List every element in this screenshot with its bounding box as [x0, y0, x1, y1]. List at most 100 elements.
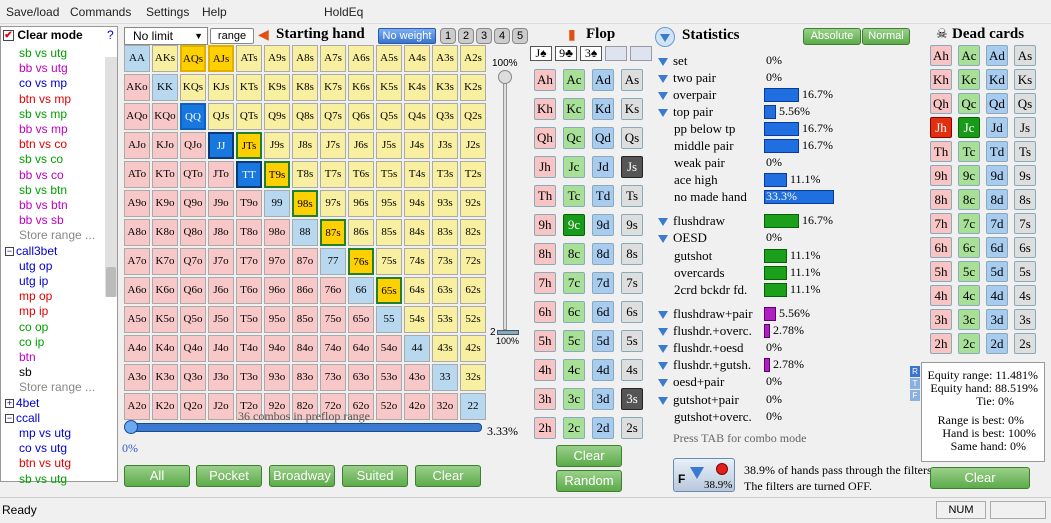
- flop-card-Ah[interactable]: Ah: [534, 69, 556, 91]
- hand-cell-K8s[interactable]: K8s: [292, 74, 318, 101]
- hand-cell-73s[interactable]: 73s: [432, 248, 458, 275]
- hand-cell-42o[interactable]: 42o: [404, 393, 430, 420]
- hand-cell-52s[interactable]: 52s: [460, 306, 486, 333]
- hand-cell-Q5s[interactable]: Q5s: [376, 103, 402, 130]
- hand-cell-72s[interactable]: 72s: [460, 248, 486, 275]
- hand-cell-AKs[interactable]: AKs: [152, 45, 178, 72]
- flop-random-button[interactable]: Random: [556, 470, 622, 492]
- hand-cell-A6s[interactable]: A6s: [348, 45, 374, 72]
- stat-row[interactable]: overpair: [658, 86, 716, 103]
- hand-cell-77[interactable]: 77: [320, 248, 346, 275]
- suited-button[interactable]: Suited: [342, 465, 408, 487]
- hand-cell-T7s[interactable]: T7s: [320, 161, 346, 188]
- hand-cell-QTo[interactable]: QTo: [180, 161, 206, 188]
- flop-card-2d[interactable]: 2d: [592, 417, 614, 439]
- collapse-icon[interactable]: −: [5, 246, 14, 256]
- dead-card-8c[interactable]: 8c: [958, 189, 980, 210]
- hand-cell-K4o[interactable]: K4o: [152, 335, 178, 362]
- filter-icon[interactable]: [658, 92, 668, 101]
- hand-cell-K6o[interactable]: K6o: [152, 277, 178, 304]
- flop-card-Qs[interactable]: Qs: [621, 127, 643, 149]
- filter-icon[interactable]: [658, 345, 668, 354]
- hand-cell-A4s[interactable]: A4s: [404, 45, 430, 72]
- menu-help[interactable]: Help: [202, 5, 227, 19]
- hand-cell-44[interactable]: 44: [404, 335, 430, 362]
- hand-cell-54o[interactable]: 54o: [376, 335, 402, 362]
- flop-card-6c[interactable]: 6c: [563, 301, 585, 323]
- hand-cell-93o[interactable]: 93o: [264, 364, 290, 391]
- hand-cell-A2o[interactable]: A2o: [124, 393, 150, 420]
- hand-cell-43o[interactable]: 43o: [404, 364, 430, 391]
- hand-cell-98s[interactable]: 98s: [292, 190, 318, 217]
- hand-cell-74s[interactable]: 74s: [404, 248, 430, 275]
- hand-cell-J2o[interactable]: J2o: [208, 393, 234, 420]
- stat-row[interactable]: set: [658, 52, 687, 69]
- dead-card-Ac[interactable]: Ac: [958, 45, 980, 66]
- hand-cell-99[interactable]: 99: [264, 190, 290, 217]
- hand-cell-A5s[interactable]: A5s: [376, 45, 402, 72]
- dead-cards-clear-button[interactable]: Clear: [930, 467, 1030, 489]
- dead-card-5d[interactable]: 5d: [986, 261, 1008, 282]
- board-card[interactable]: 9♣: [555, 46, 577, 61]
- dead-card-3s[interactable]: 3s: [1014, 309, 1036, 330]
- hand-cell-Q7o[interactable]: Q7o: [180, 248, 206, 275]
- hand-cell-A2s[interactable]: A2s: [460, 45, 486, 72]
- hand-cell-AKo[interactable]: AKo: [124, 74, 150, 101]
- hand-cell-KQs[interactable]: KQs: [180, 74, 206, 101]
- hand-cell-74o[interactable]: 74o: [320, 335, 346, 362]
- hand-cell-T3o[interactable]: T3o: [236, 364, 262, 391]
- flop-card-6h[interactable]: 6h: [534, 301, 556, 323]
- dead-card-8d[interactable]: 8d: [986, 189, 1008, 210]
- filter-icon[interactable]: [658, 311, 668, 320]
- filter-icon[interactable]: [658, 362, 668, 371]
- stat-row[interactable]: 2crd bckdr fd.: [674, 281, 747, 298]
- flop-card-6d[interactable]: 6d: [592, 301, 614, 323]
- dead-card-Td[interactable]: Td: [986, 141, 1008, 162]
- hand-cell-32s[interactable]: 32s: [460, 364, 486, 391]
- hand-cell-64s[interactable]: 64s: [404, 277, 430, 304]
- flop-card-9s[interactable]: 9s: [621, 214, 643, 236]
- flop-card-7h[interactable]: 7h: [534, 272, 556, 294]
- hand-cell-T9o[interactable]: T9o: [236, 190, 262, 217]
- hand-cell-J4s[interactable]: J4s: [404, 132, 430, 159]
- hand-cell-32o[interactable]: 32o: [432, 393, 458, 420]
- hand-cell-97o[interactable]: 97o: [264, 248, 290, 275]
- flop-card-5h[interactable]: 5h: [534, 330, 556, 352]
- hand-cell-A3s[interactable]: A3s: [432, 45, 458, 72]
- flop-card-3c[interactable]: 3c: [563, 388, 585, 410]
- dead-card-4h[interactable]: 4h: [930, 285, 952, 306]
- flop-card-5s[interactable]: 5s: [621, 330, 643, 352]
- flop-card-7s[interactable]: 7s: [621, 272, 643, 294]
- hand-cell-Q9s[interactable]: Q9s: [264, 103, 290, 130]
- hand-cell-T7o[interactable]: T7o: [236, 248, 262, 275]
- flop-card-Th[interactable]: Th: [534, 185, 556, 207]
- hand-cell-Q6s[interactable]: Q6s: [348, 103, 374, 130]
- hand-cell-ATs[interactable]: ATs: [236, 45, 262, 72]
- hand-cell-AJs[interactable]: AJs: [208, 45, 234, 72]
- stat-row[interactable]: flushdraw: [658, 212, 725, 229]
- dead-card-Th[interactable]: Th: [930, 141, 952, 162]
- filter-icon[interactable]: [658, 235, 668, 244]
- hand-cell-Q5o[interactable]: Q5o: [180, 306, 206, 333]
- hand-cell-A5o[interactable]: A5o: [124, 306, 150, 333]
- hand-cell-J7o[interactable]: J7o: [208, 248, 234, 275]
- hand-cell-KJs[interactable]: KJs: [208, 74, 234, 101]
- hand-cell-K2s[interactable]: K2s: [460, 74, 486, 101]
- hand-cell-J2s[interactable]: J2s: [460, 132, 486, 159]
- hand-cell-84o[interactable]: 84o: [292, 335, 318, 362]
- hand-cell-QQ[interactable]: QQ: [180, 103, 206, 130]
- flop-card-Kd[interactable]: Kd: [592, 98, 614, 120]
- flop-card-4d[interactable]: 4d: [592, 359, 614, 381]
- dead-card-4s[interactable]: 4s: [1014, 285, 1036, 306]
- hand-cell-55[interactable]: 55: [376, 306, 402, 333]
- hand-cell-94s[interactable]: 94s: [404, 190, 430, 217]
- menu-saveload[interactable]: Save/load: [6, 5, 59, 19]
- hand-cell-K6s[interactable]: K6s: [348, 74, 374, 101]
- hand-cell-T6s[interactable]: T6s: [348, 161, 374, 188]
- hand-cell-T6o[interactable]: T6o: [236, 277, 262, 304]
- hand-cell-A8s[interactable]: A8s: [292, 45, 318, 72]
- dead-card-2s[interactable]: 2s: [1014, 333, 1036, 354]
- hand-cell-92s[interactable]: 92s: [460, 190, 486, 217]
- hand-cell-T8s[interactable]: T8s: [292, 161, 318, 188]
- dead-card-Qc[interactable]: Qc: [958, 93, 980, 114]
